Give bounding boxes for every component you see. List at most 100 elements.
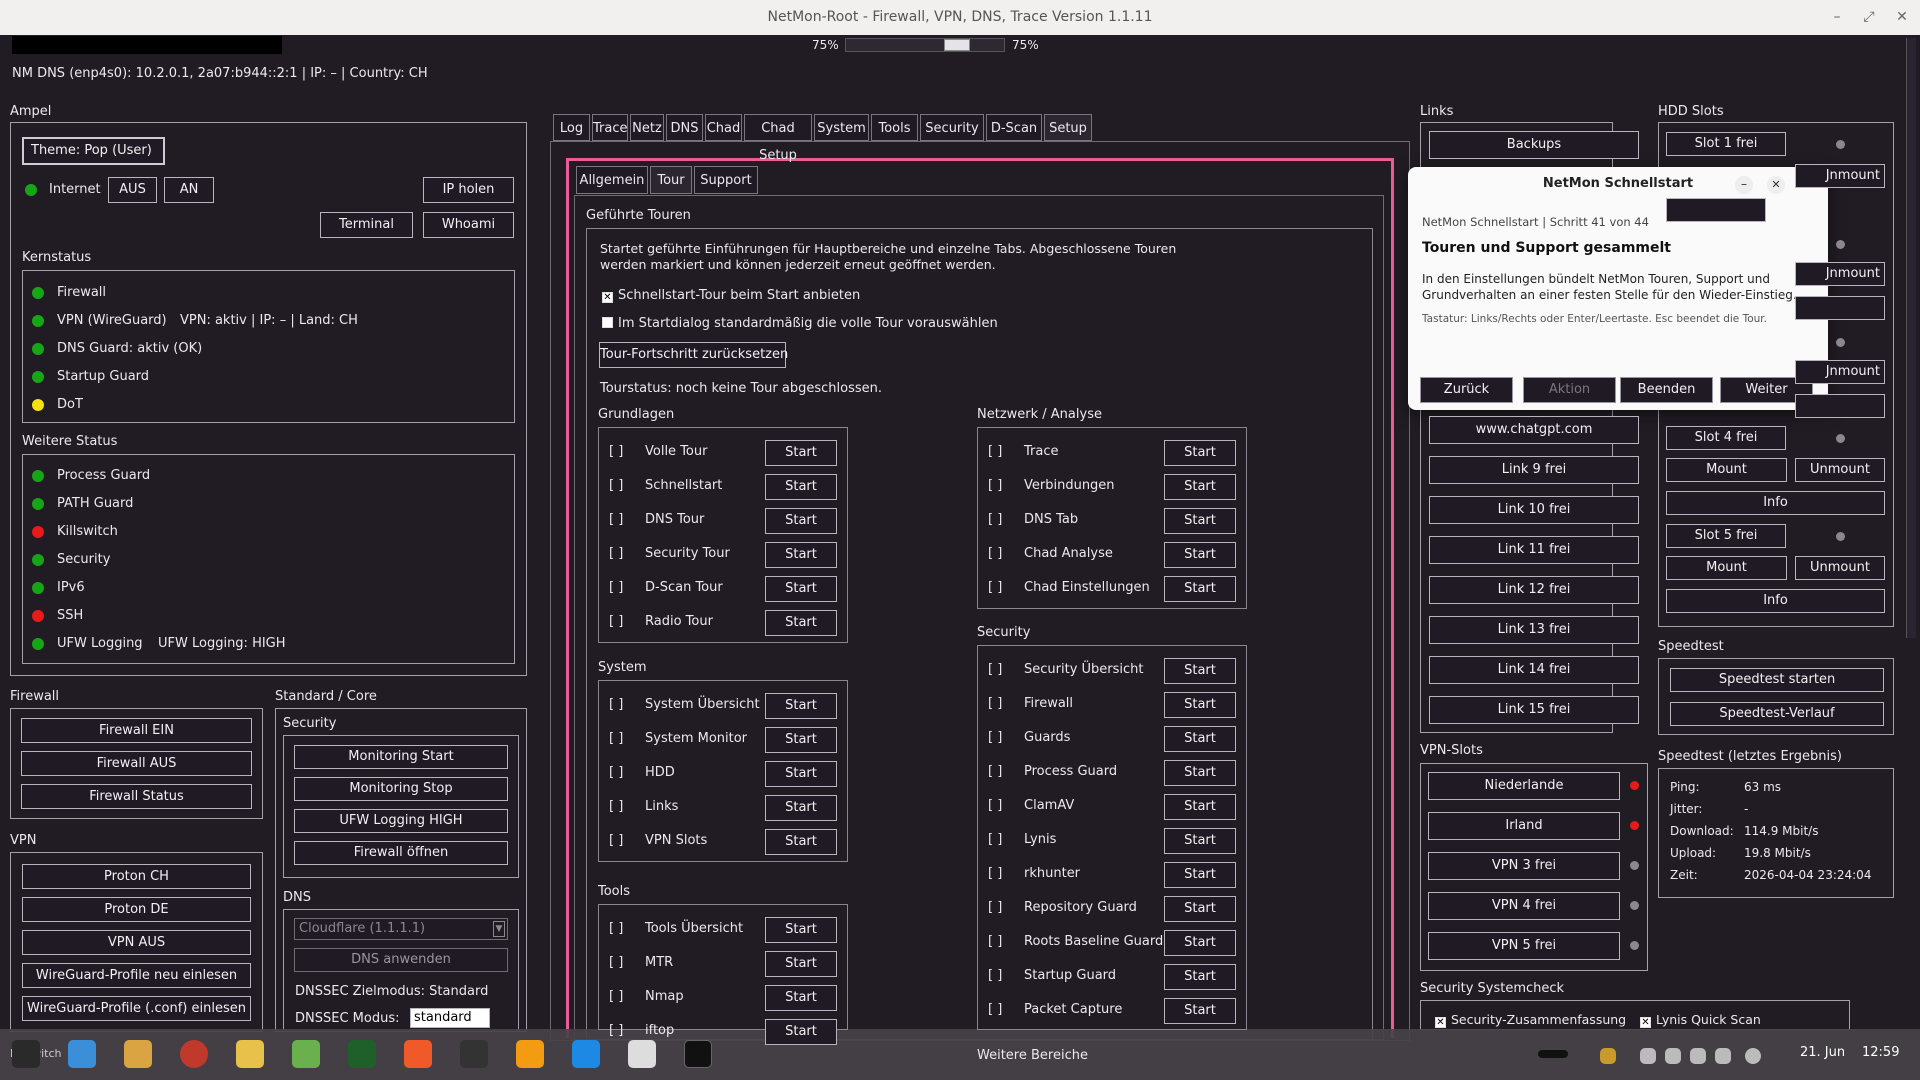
vpn-button[interactable]: Proton CH bbox=[22, 864, 251, 889]
tour-start-button[interactable]: Start bbox=[765, 761, 837, 787]
tab-log[interactable]: Log bbox=[553, 114, 590, 141]
tour-start-button[interactable]: Start bbox=[1164, 760, 1236, 786]
vpn-slot-button[interactable]: Irland bbox=[1428, 812, 1620, 840]
vpn-slot-button[interactable]: Niederlande bbox=[1428, 772, 1620, 800]
tour-start-button[interactable]: Start bbox=[1164, 474, 1236, 500]
terminal-icon[interactable] bbox=[460, 1040, 488, 1068]
app-menu-icon[interactable] bbox=[12, 1040, 40, 1068]
system-monitor-icon[interactable] bbox=[348, 1040, 376, 1068]
tab-chad[interactable]: Chad bbox=[705, 114, 742, 141]
hdd-info-button[interactable]: Info bbox=[1666, 589, 1885, 613]
tab-trace[interactable]: Trace bbox=[592, 114, 628, 141]
hdd-unmount-button[interactable]: Jnmount bbox=[1795, 360, 1885, 384]
theme-select[interactable]: Theme: Pop (User) bbox=[22, 137, 165, 165]
core-security-button[interactable]: Firewall öffnen bbox=[294, 841, 508, 865]
tour-start-button[interactable]: Start bbox=[765, 542, 837, 568]
cb-volle-tour[interactable]: Im Startdialog standardmäßig die volle T… bbox=[602, 316, 998, 331]
tour-start-button[interactable]: Start bbox=[1164, 692, 1236, 718]
core-security-button[interactable]: Monitoring Start bbox=[294, 745, 508, 769]
link-button[interactable]: Link 9 frei bbox=[1429, 456, 1639, 484]
subtab-allgemein[interactable]: Allgemein bbox=[576, 166, 648, 194]
tour-start-button[interactable]: Start bbox=[765, 795, 837, 821]
tour-start-button[interactable]: Start bbox=[765, 474, 837, 500]
vpn-slot-button[interactable]: VPN 3 frei bbox=[1428, 852, 1620, 880]
hdd-unmount-button[interactable]: Jnmount bbox=[1795, 164, 1885, 188]
vpn-button[interactable]: VPN AUS bbox=[22, 930, 251, 955]
tour-start-button[interactable]: Start bbox=[1164, 440, 1236, 466]
close-icon[interactable]: ✕ bbox=[1894, 9, 1910, 25]
tour-start-button[interactable]: Start bbox=[765, 951, 837, 977]
checkbox-checked-icon[interactable]: ✕ bbox=[1640, 1017, 1651, 1028]
internet-an-button[interactable]: AN bbox=[164, 177, 214, 203]
tour-start-button[interactable]: Start bbox=[1164, 726, 1236, 752]
link-button[interactable]: Link 12 frei bbox=[1429, 576, 1639, 604]
dialog-close-icon[interactable]: ✕ bbox=[1767, 176, 1785, 194]
tour-start-button[interactable]: Start bbox=[1164, 964, 1236, 990]
volume-indicator[interactable] bbox=[1538, 1050, 1568, 1058]
linux-tux-icon[interactable] bbox=[628, 1040, 656, 1068]
internet-aus-button[interactable]: AUS bbox=[108, 177, 157, 203]
store-icon[interactable] bbox=[68, 1040, 96, 1068]
tab-tools[interactable]: Tools bbox=[871, 114, 918, 141]
clipboard-icon[interactable] bbox=[1640, 1048, 1656, 1064]
tour-start-button[interactable]: Start bbox=[1164, 930, 1236, 956]
files-icon[interactable] bbox=[292, 1040, 320, 1068]
vpn-slot-button[interactable]: VPN 5 frei bbox=[1428, 932, 1620, 960]
vpn-button[interactable]: WireGuard-Profile (.conf) einlesen bbox=[22, 996, 251, 1021]
link-button[interactable]: Link 10 frei bbox=[1429, 496, 1639, 524]
subtab-support[interactable]: Support bbox=[694, 166, 758, 194]
dnssec-mode-select[interactable]: standard bbox=[410, 1008, 490, 1028]
firewall-button[interactable]: Firewall EIN bbox=[21, 718, 252, 743]
dns-apply-button[interactable]: DNS anwenden bbox=[294, 948, 508, 972]
tour-start-button[interactable]: Start bbox=[765, 985, 837, 1011]
security-app-icon[interactable] bbox=[180, 1040, 208, 1068]
checkbox-checked-icon[interactable]: ✕ bbox=[602, 292, 613, 303]
tour-start-button[interactable]: Start bbox=[1164, 508, 1236, 534]
tab-netz[interactable]: Netz bbox=[630, 114, 664, 141]
link-button[interactable]: Link 13 frei bbox=[1429, 616, 1639, 644]
dialog-end-button[interactable]: Beenden bbox=[1620, 377, 1713, 403]
tour-start-button[interactable]: Start bbox=[1164, 576, 1236, 602]
terminal-button[interactable]: Terminal bbox=[320, 212, 413, 238]
hdd-slot-button[interactable]: Slot 5 frei bbox=[1666, 524, 1786, 548]
dialog-action-button[interactable]: Aktion bbox=[1523, 377, 1616, 403]
tour-start-button[interactable]: Start bbox=[765, 1019, 837, 1045]
radio-icon[interactable] bbox=[124, 1040, 152, 1068]
vpn-button[interactable]: Proton DE bbox=[22, 897, 251, 922]
subtab-tour[interactable]: Tour bbox=[650, 166, 692, 194]
tour-start-button[interactable]: Start bbox=[765, 576, 837, 602]
vscode-icon[interactable] bbox=[572, 1040, 600, 1068]
zoom-slider-handle[interactable] bbox=[944, 39, 970, 51]
maximize-icon[interactable]: ⤢ bbox=[1861, 9, 1877, 25]
core-security-button[interactable]: UFW Logging HIGH bbox=[294, 809, 508, 833]
bluetooth-icon[interactable] bbox=[1690, 1048, 1706, 1064]
hdd-slot-button[interactable]: Slot 4 frei bbox=[1666, 426, 1786, 450]
tab-security[interactable]: Security bbox=[920, 114, 984, 141]
tour-start-button[interactable]: Start bbox=[1164, 998, 1236, 1024]
tour-start-button[interactable]: Start bbox=[1164, 658, 1236, 684]
tab-dscan[interactable]: D-Scan bbox=[986, 114, 1042, 141]
firewall-button[interactable]: Firewall Status bbox=[21, 784, 252, 809]
speedtest-history-button[interactable]: Speedtest-Verlauf bbox=[1670, 702, 1884, 726]
zoom-slider[interactable] bbox=[845, 38, 1005, 52]
tour-start-button[interactable]: Start bbox=[765, 727, 837, 753]
tray-icon[interactable] bbox=[1600, 1048, 1616, 1064]
hdd-info-button[interactable]: Info bbox=[1666, 491, 1885, 515]
link-button[interactable]: Link 14 frei bbox=[1429, 656, 1639, 684]
whoami-button[interactable]: Whoami bbox=[423, 212, 514, 238]
vlc-icon[interactable] bbox=[516, 1040, 544, 1068]
hdd-unmount-button[interactable]: Jnmount bbox=[1795, 262, 1885, 286]
tour-start-button[interactable]: Start bbox=[765, 508, 837, 534]
cb-schnellstart[interactable]: ✕ Schnellstart-Tour beim Start anbieten bbox=[602, 288, 860, 303]
tab-system[interactable]: System bbox=[814, 114, 869, 141]
checkbox-checked-icon[interactable]: ✕ bbox=[1435, 1017, 1446, 1028]
link-button[interactable]: Link 11 frei bbox=[1429, 536, 1639, 564]
tour-start-button[interactable]: Start bbox=[765, 440, 837, 466]
hdd-info-button[interactable] bbox=[1795, 296, 1885, 320]
power-icon[interactable] bbox=[1745, 1048, 1761, 1064]
netmon-icon[interactable] bbox=[684, 1040, 712, 1068]
dialog-back-button[interactable]: Zurück bbox=[1420, 377, 1513, 403]
ip-holen-button[interactable]: IP holen bbox=[423, 177, 514, 203]
tab-dns[interactable]: DNS bbox=[666, 114, 703, 141]
link-button[interactable]: www.chatgpt.com bbox=[1429, 416, 1639, 444]
